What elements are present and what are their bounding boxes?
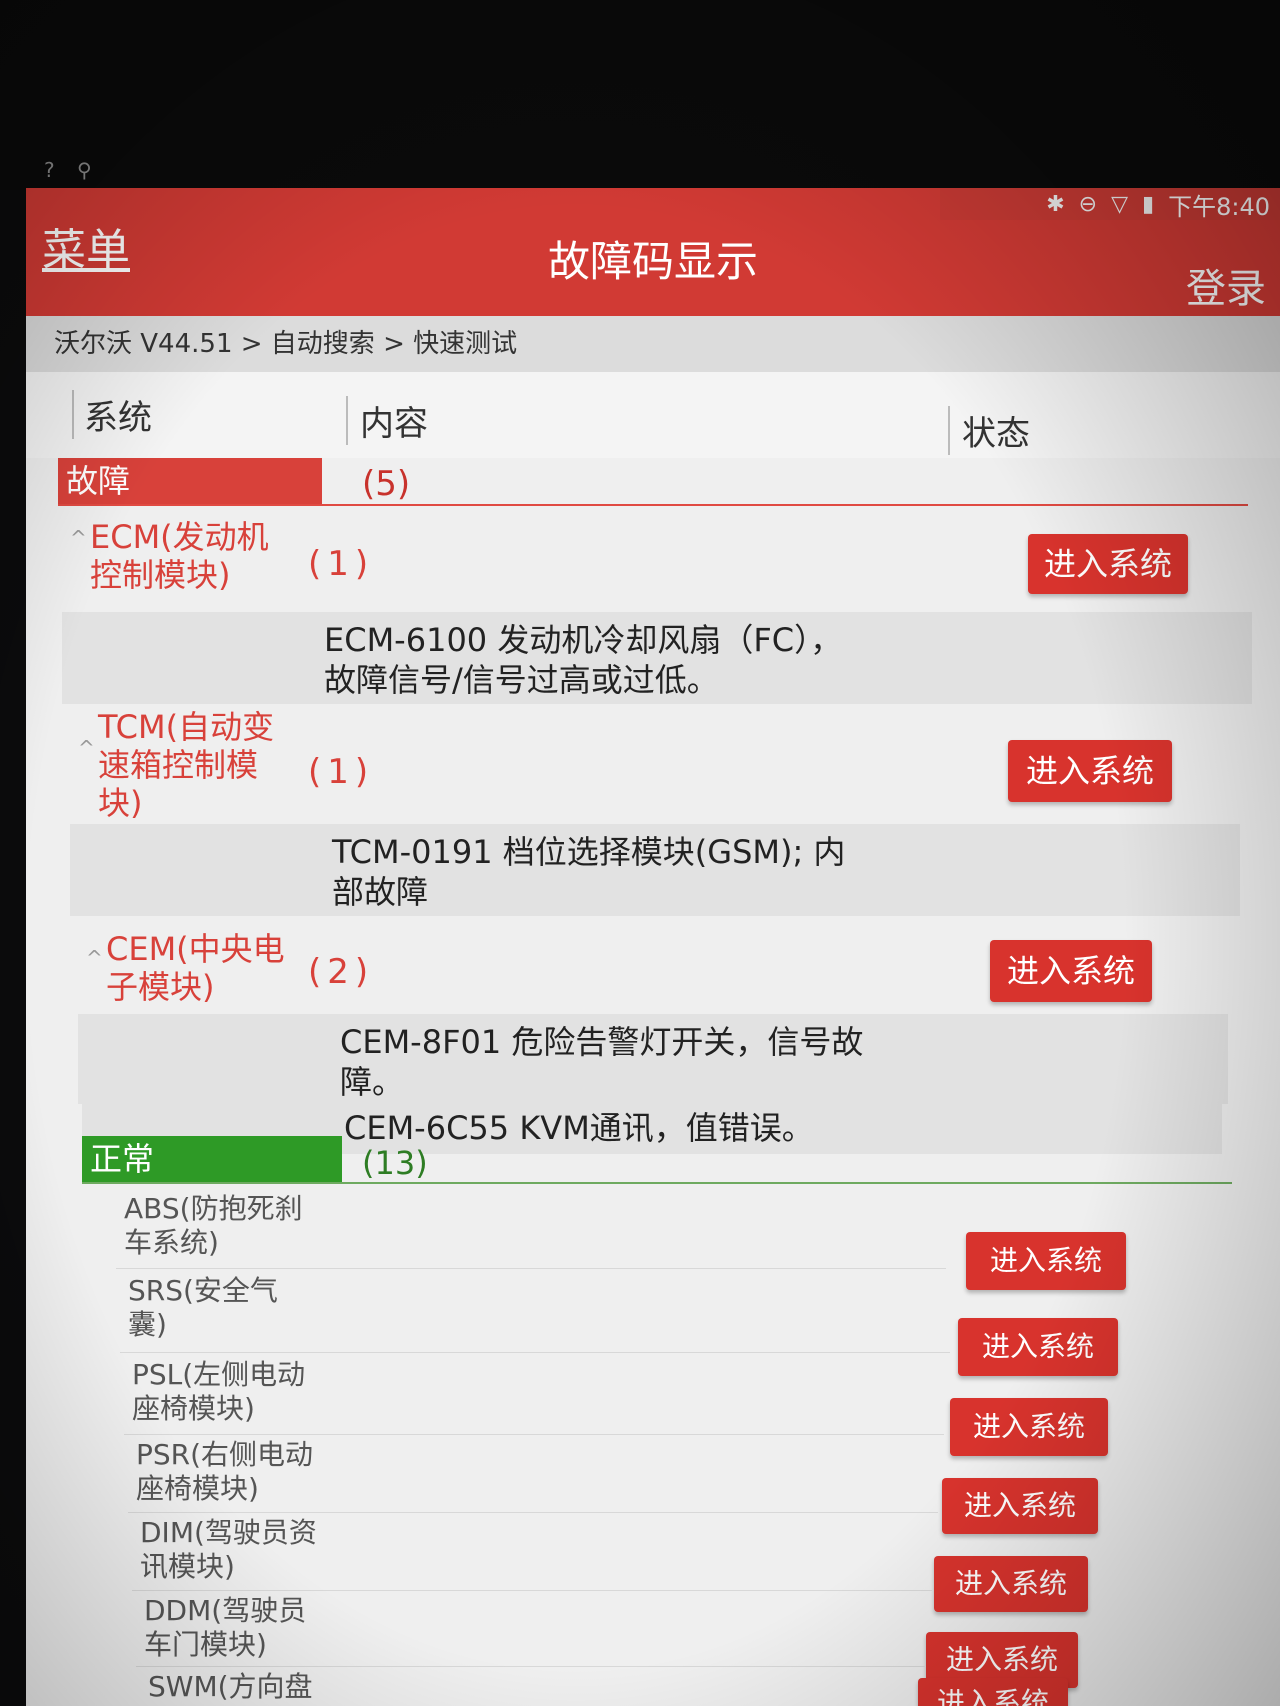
system-name-cem[interactable]: CEM(中央电 子模块) [106, 930, 285, 1006]
app-screen: 菜单 故障码显示 登录 ✱ ⊖ ▽ ▮ 下午8:40 沃尔沃 V44.51 > … [26, 188, 1280, 1706]
column-header-content: 内容 [346, 396, 428, 445]
status-time: 下午8:40 [1168, 192, 1270, 221]
device-bezel [0, 0, 1280, 190]
column-headers: 系统 内容 状态 [26, 372, 1280, 458]
login-button[interactable]: 登录 [1186, 256, 1266, 314]
system-name-ecm[interactable]: ECM(发动机 控制模块) [90, 518, 269, 594]
row-divider [136, 1666, 926, 1667]
system-count-tcm: (1) [308, 752, 375, 792]
row-divider [120, 1352, 950, 1353]
status-bar: ✱ ⊖ ▽ ▮ 下午8:40 [940, 188, 1280, 221]
enter-system-button-psr[interactable]: 进入系统 [942, 1478, 1098, 1534]
collapse-icon[interactable]: ^ [78, 736, 95, 760]
enter-system-button-tcm[interactable]: 进入系统 [1008, 740, 1172, 802]
dtc-row: TCM-0191 档位选择模块(GSM); 内 部故障 [70, 824, 1240, 916]
system-name-psl[interactable]: PSL(左侧电动 座椅模块) [132, 1358, 305, 1426]
row-divider [128, 1512, 938, 1513]
battery-icon: ▮ [1141, 191, 1155, 217]
column-header-status: 状态 [948, 406, 1030, 455]
collapse-icon[interactable]: ^ [86, 946, 103, 970]
normal-section-label: 正常 [82, 1136, 342, 1182]
fault-section-label: 故障 [58, 458, 322, 504]
enter-system-button-abs[interactable]: 进入系统 [966, 1232, 1126, 1290]
enter-system-button-srs[interactable]: 进入系统 [958, 1318, 1118, 1376]
dtc-text: ECM-6100 发动机冷却风扇（FC）， 故障信号/信号过高或过低。 [324, 621, 843, 699]
do-not-disturb-icon: ⊖ [1078, 191, 1098, 217]
dtc-row: ECM-6100 发动机冷却风扇（FC）， 故障信号/信号过高或过低。 [62, 612, 1252, 704]
column-header-system: 系统 [72, 390, 152, 439]
page-title: 故障码显示 [547, 237, 758, 286]
dtc-row: CEM-8F01 危险告警灯开关，信号故 障。 [78, 1014, 1228, 1104]
row-divider [116, 1268, 946, 1269]
breadcrumb: 沃尔沃 V44.51 > 自动搜索 > 快速测试 [26, 316, 1280, 372]
system-name-psr[interactable]: PSR(右侧电动 座椅模块) [136, 1438, 313, 1506]
enter-system-button-cem[interactable]: 进入系统 [990, 940, 1152, 1002]
dtc-text: CEM-8F01 危险告警灯开关，信号故 障。 [340, 1023, 864, 1101]
wifi-icon: ▽ [1111, 191, 1128, 217]
normal-divider [82, 1182, 1232, 1184]
system-name-abs[interactable]: ABS(防抱死刹 车系统) [124, 1192, 303, 1260]
row-divider [124, 1434, 944, 1435]
system-name-ddm[interactable]: DDM(驾驶员 车门模块) [144, 1594, 306, 1662]
dtc-text: CEM-6C55 KVM通讯，值错误。 [344, 1109, 814, 1147]
enter-system-button-dim[interactable]: 进入系统 [934, 1556, 1088, 1612]
fault-divider [58, 504, 1248, 506]
row-divider [132, 1590, 932, 1591]
enter-system-button-swm[interactable]: 进入系统 [918, 1678, 1068, 1706]
bluetooth-icon: ✱ [1046, 191, 1065, 217]
collapse-icon[interactable]: ^ [70, 526, 87, 550]
enter-system-button-ecm[interactable]: 进入系统 [1028, 534, 1188, 594]
system-name-srs[interactable]: SRS(安全气 囊) [128, 1274, 278, 1342]
normal-count: (13) [362, 1144, 428, 1182]
system-count-cem: (2) [308, 952, 375, 992]
enter-system-button-psl[interactable]: 进入系统 [950, 1398, 1108, 1456]
system-icons: ? ⚲ [44, 158, 100, 182]
dtc-text: TCM-0191 档位选择模块(GSM); 内 部故障 [332, 833, 846, 911]
system-name-dim[interactable]: DIM(驾驶员资 讯模块) [140, 1516, 317, 1584]
system-name-swm[interactable]: SWM(方向盘 [148, 1670, 313, 1704]
fault-count: (5) [362, 464, 411, 504]
system-count-ecm: (1) [308, 544, 375, 584]
system-name-tcm[interactable]: TCM(自动变 速箱控制模 块) [98, 708, 274, 822]
